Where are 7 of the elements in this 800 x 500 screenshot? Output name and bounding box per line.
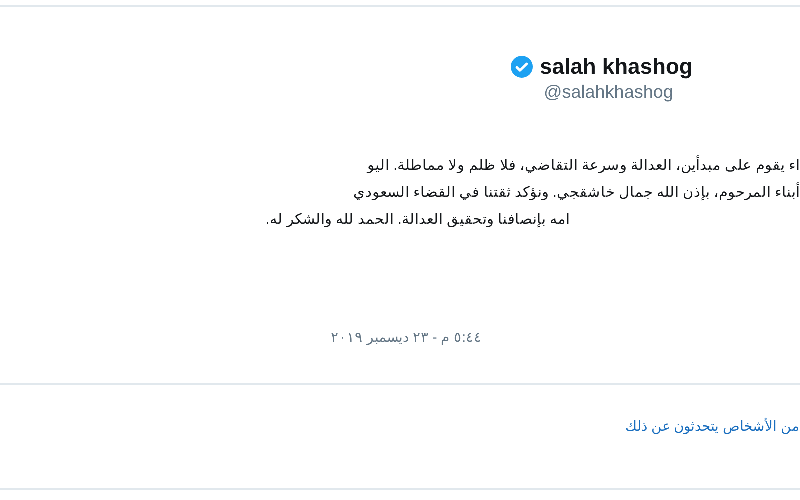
tweet-text-line: أبناء المرحوم، بإذن الله جمال خاشقجي. ونؤكد ثقتنا في القضاء السعودي	[354, 180, 800, 207]
author-handle[interactable]: @salahkhashog	[544, 82, 674, 103]
tweet-text-line: امه بإنصافنا وتحقيق العدالة. الحمد لله والشكر له.	[266, 211, 570, 230]
author-name[interactable]: salah khashog	[540, 54, 693, 80]
conversation-link[interactable]: من الأشخاص يتحدثون عن ذلك	[625, 418, 800, 434]
tweet-text-line: اء يقوم على مبدأين، العدالة وسرعة التقاضي، فلا ظلم ولا مماطلة. اليو	[368, 153, 800, 180]
tweet-timestamp[interactable]: ٥:٤٤ م - ٢٣ ديسمبر ٢٠١٩	[330, 329, 482, 345]
